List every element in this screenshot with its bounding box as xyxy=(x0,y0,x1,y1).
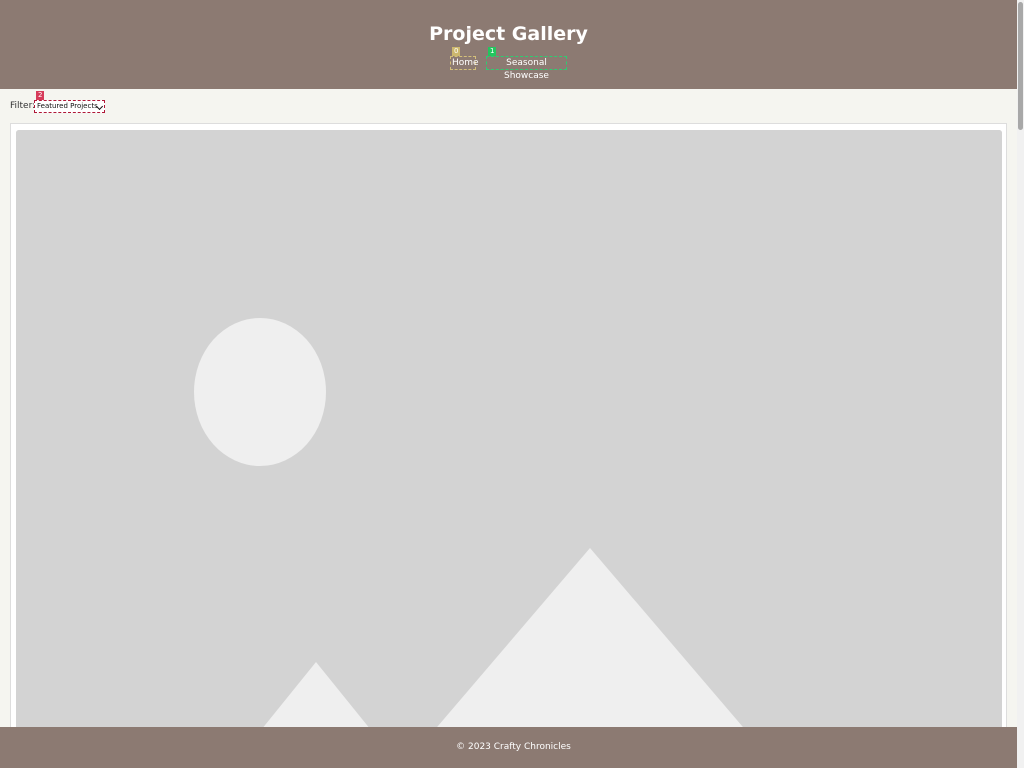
element-index-badge: 2 xyxy=(36,91,45,100)
main-nav: Home Seasonal Showcase xyxy=(0,56,1017,81)
element-index-badge: 1 xyxy=(488,47,497,56)
image-placeholder-icon xyxy=(16,130,1002,740)
project-image[interactable] xyxy=(16,130,1002,740)
nav-link-seasonal-showcase[interactable]: Seasonal Showcase xyxy=(486,56,567,81)
gallery-card xyxy=(10,123,1007,743)
site-header: Project Gallery Home Seasonal Showcase 0… xyxy=(0,0,1017,89)
copyright-text: © 2023 Crafty Chronicles xyxy=(456,742,571,752)
filter-select[interactable]: Featured Projects xyxy=(34,100,105,113)
site-footer: © 2023 Crafty Chronicles xyxy=(0,727,1017,768)
element-index-badge: 0 xyxy=(452,47,461,56)
page-title: Project Gallery xyxy=(429,23,588,45)
filter-label: Filter: xyxy=(10,101,36,111)
page: Project Gallery Home Seasonal Showcase 0… xyxy=(0,0,1017,768)
scrollbar-thumb[interactable] xyxy=(1018,2,1023,130)
nav-link-home[interactable]: Home xyxy=(450,56,479,70)
vertical-scrollbar[interactable] xyxy=(1017,0,1024,768)
